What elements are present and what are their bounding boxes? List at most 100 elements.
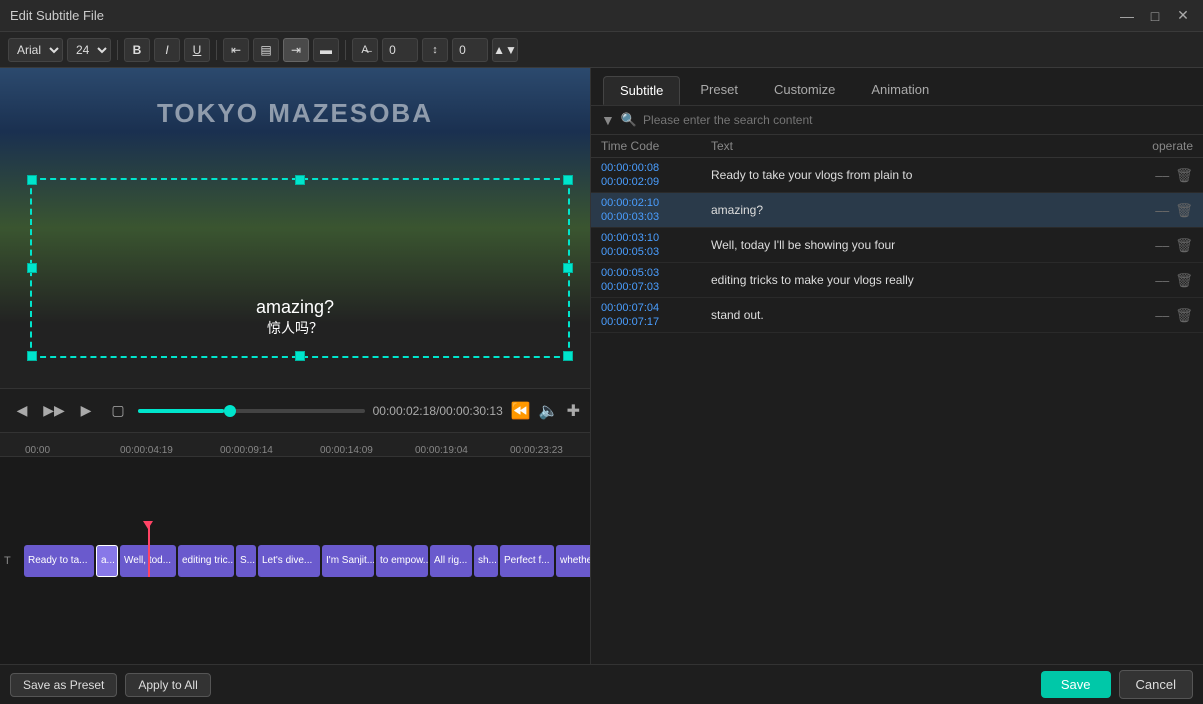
progress-bar[interactable] xyxy=(138,409,365,413)
handle-bl[interactable] xyxy=(27,351,37,361)
titlebar: Edit Subtitle File — □ ✕ xyxy=(0,0,1203,32)
handle-br[interactable] xyxy=(563,351,573,361)
tab-bar: Subtitle Preset Customize Animation xyxy=(591,68,1203,106)
timeline-clip-1[interactable]: Ready to ta... xyxy=(24,545,94,577)
delete-btn-3[interactable]: 🗑 xyxy=(1175,237,1193,254)
font-size-select[interactable]: 24 xyxy=(67,38,111,62)
column-header-operate: operate xyxy=(1113,139,1193,153)
timeline-clip-5[interactable]: S... xyxy=(236,545,256,577)
handle-tr[interactable] xyxy=(563,175,573,185)
timeline-clip-7[interactable]: I'm Sanjit... xyxy=(322,545,374,577)
subtitle-row-1[interactable]: 00:00:00:08 00:00:02:09 Ready to take yo… xyxy=(591,158,1203,193)
snapshot-button[interactable]: ▢ xyxy=(106,399,130,423)
time-end-1: 00:00:02:09 xyxy=(601,176,711,188)
row-ops-5: ⎯⎯ 🗑 xyxy=(1113,302,1193,328)
column-header-text: Text xyxy=(711,139,1113,153)
timeline-clip-9[interactable]: All rig... xyxy=(430,545,472,577)
bold-button[interactable]: B xyxy=(124,38,150,62)
tab-subtitle[interactable]: Subtitle xyxy=(603,76,680,105)
delete-btn-5[interactable]: 🗑 xyxy=(1175,307,1193,324)
play-button[interactable]: ▶ xyxy=(74,399,98,423)
timeline-clip-4[interactable]: editing tric... xyxy=(178,545,234,577)
timeline-ruler: 00:00 00:00:04:19 00:00:09:14 00:00:14:0… xyxy=(0,433,590,457)
more-options-button[interactable]: ▲▼ xyxy=(492,38,518,62)
time-start-4: 00:00:05:03 xyxy=(601,267,711,279)
handle-mr[interactable] xyxy=(563,263,573,273)
search-icon: 🔍 xyxy=(621,112,637,128)
timeline-clip-12[interactable]: whether... xyxy=(556,545,590,577)
collapse-button[interactable]: ▼ xyxy=(601,112,615,128)
delete-btn-1[interactable]: 🗑 xyxy=(1175,167,1193,184)
subtitle-row-4[interactable]: 00:00:05:03 00:00:07:03 editing tricks t… xyxy=(591,263,1203,298)
toolbar-divider-1 xyxy=(117,40,118,60)
frame-back-button[interactable]: ▶▶ xyxy=(42,399,66,423)
save-preset-button[interactable]: Save as Preset xyxy=(10,673,117,697)
text-style-button[interactable]: A̶ xyxy=(352,38,378,62)
align-center-button[interactable]: ▤ xyxy=(253,38,279,62)
search-input[interactable] xyxy=(643,113,1193,127)
ruler-mark-2: 00:00:09:14 xyxy=(220,445,273,456)
split-btn-4[interactable]: ⎯⎯ xyxy=(1155,272,1169,289)
tab-customize[interactable]: Customize xyxy=(758,76,851,105)
font-family-select[interactable]: Arial xyxy=(8,38,63,62)
align-right-button[interactable]: ⇥ xyxy=(283,38,309,62)
underline-button[interactable]: U xyxy=(184,38,210,62)
handle-bm[interactable] xyxy=(295,351,305,361)
subtitle-chinese: 惊人吗？ xyxy=(256,318,334,338)
row-time-1: 00:00:00:08 00:00:02:09 xyxy=(601,162,711,188)
ruler-mark-1: 00:00:04:19 xyxy=(120,445,173,456)
split-btn-1[interactable]: ⎯⎯ xyxy=(1155,167,1169,184)
tab-animation[interactable]: Animation xyxy=(855,76,945,105)
number-input-2[interactable] xyxy=(452,38,488,62)
timeline-clip-11[interactable]: Perfect f... xyxy=(500,545,554,577)
skip-forward-button[interactable]: ⏪ xyxy=(511,401,531,421)
row-text-4: editing tricks to make your vlogs really xyxy=(711,267,1113,293)
handle-ml[interactable] xyxy=(27,263,37,273)
italic-button[interactable]: I xyxy=(154,38,180,62)
delete-btn-2[interactable]: 🗑 xyxy=(1175,202,1193,219)
save-button[interactable]: Save xyxy=(1041,671,1111,698)
subtitle-table: 00:00:00:08 00:00:02:09 Ready to take yo… xyxy=(591,158,1203,664)
maximize-button[interactable]: □ xyxy=(1145,6,1165,26)
split-btn-3[interactable]: ⎯⎯ xyxy=(1155,237,1169,254)
row-time-4: 00:00:05:03 00:00:07:03 xyxy=(601,267,711,293)
tab-preset[interactable]: Preset xyxy=(684,76,754,105)
window-title: Edit Subtitle File xyxy=(10,8,1117,23)
delete-btn-4[interactable]: 🗑 xyxy=(1175,272,1193,289)
formatting-toolbar: Arial 24 B I U ⇤ ▤ ⇥ ▬ A̶ ↕ ▲▼ xyxy=(0,32,1203,68)
subtitle-row-5[interactable]: 00:00:07:04 00:00:07:17 stand out. ⎯⎯ 🗑 xyxy=(591,298,1203,333)
subtitle-row-3[interactable]: 00:00:03:10 00:00:05:03 Well, today I'll… xyxy=(591,228,1203,263)
timeline-clip-2[interactable]: a... xyxy=(96,545,118,577)
volume-button[interactable]: 🔈 xyxy=(539,401,559,421)
progress-handle[interactable] xyxy=(224,405,236,417)
split-btn-2[interactable]: ⎯⎯ xyxy=(1155,202,1169,219)
apply-all-button[interactable]: Apply to All xyxy=(125,673,210,697)
step-back-button[interactable]: ◀ xyxy=(10,399,34,423)
track-label: T xyxy=(4,555,24,567)
timeline-clip-10[interactable]: sh... xyxy=(474,545,498,577)
row-time-2: 00:00:02:10 00:00:03:03 xyxy=(601,197,711,223)
handle-tm[interactable] xyxy=(295,175,305,185)
handle-tl[interactable] xyxy=(27,175,37,185)
split-btn-5[interactable]: ⎯⎯ xyxy=(1155,307,1169,324)
row-ops-2: ⎯⎯ 🗑 xyxy=(1113,197,1193,223)
number-input-1[interactable] xyxy=(382,38,418,62)
spacing-button[interactable]: ↕ xyxy=(422,38,448,62)
column-header-timecode: Time Code xyxy=(601,139,711,153)
row-ops-1: ⎯⎯ 🗑 xyxy=(1113,162,1193,188)
time-end-5: 00:00:07:17 xyxy=(601,316,711,328)
main-content: TOKYO MAZESOBA amazing? 惊人吗？ xyxy=(0,68,1203,664)
minimize-button[interactable]: — xyxy=(1117,6,1137,26)
subtitle-row-2[interactable]: 00:00:02:10 00:00:03:03 amazing? ⎯⎯ 🗑 xyxy=(591,193,1203,228)
video-background: TOKYO MAZESOBA amazing? 惊人吗？ xyxy=(0,68,590,388)
align-justify-button[interactable]: ▬ xyxy=(313,38,339,62)
progress-fill xyxy=(138,409,224,413)
timeline-clip-6[interactable]: Let's dive... xyxy=(258,545,320,577)
align-left-button[interactable]: ⇤ xyxy=(223,38,249,62)
window-controls: — □ ✕ xyxy=(1117,6,1193,26)
add-button[interactable]: ✚ xyxy=(567,401,580,421)
cancel-button[interactable]: Cancel xyxy=(1119,670,1193,699)
timeline-clip-8[interactable]: to empow... xyxy=(376,545,428,577)
close-button[interactable]: ✕ xyxy=(1173,6,1193,26)
search-bar: ▼ 🔍 xyxy=(591,106,1203,135)
